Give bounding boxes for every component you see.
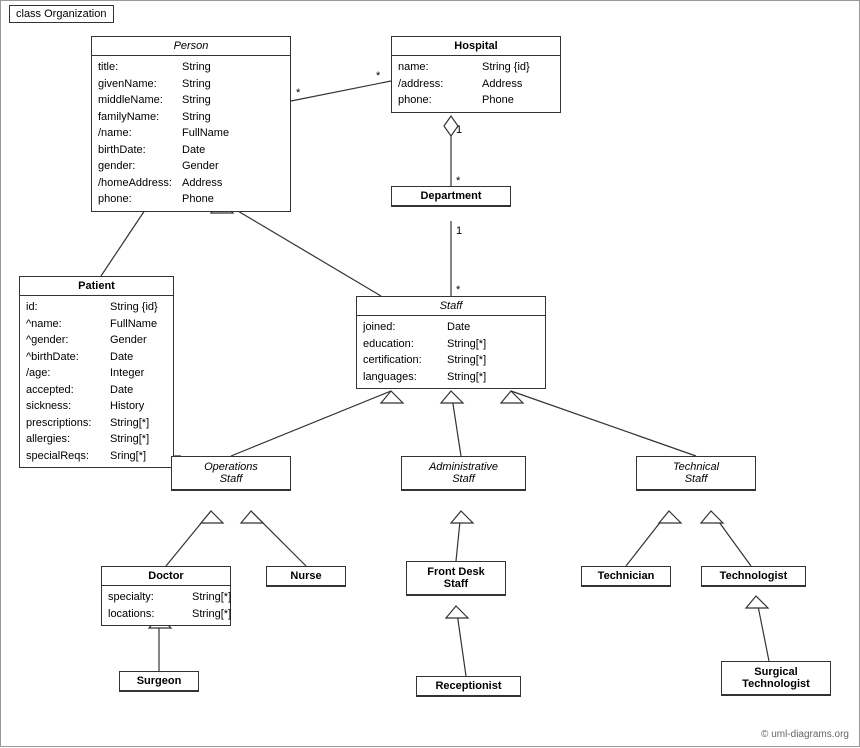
class-doctor: Doctor specialty:String[*] locations:Str…: [101, 566, 231, 626]
class-administrative-staff-header: AdministrativeStaff: [402, 457, 525, 490]
class-patient: Patient id:String {id} ^name:FullName ^g…: [19, 276, 174, 468]
class-surgical-technologist-header: SurgicalTechnologist: [722, 662, 830, 695]
class-surgical-technologist: SurgicalTechnologist: [721, 661, 831, 696]
class-administrative-staff: AdministrativeStaff: [401, 456, 526, 491]
class-department-header: Department: [392, 187, 510, 206]
class-operations-staff-header: OperationsStaff: [172, 457, 290, 490]
class-receptionist-header: Receptionist: [417, 677, 520, 696]
class-department: Department: [391, 186, 511, 207]
class-technologist: Technologist: [701, 566, 806, 587]
diagram-title: class Organization: [9, 5, 114, 23]
class-hospital-body: name:String {id} /address:Address phone:…: [392, 56, 560, 112]
class-front-desk-staff: Front DeskStaff: [406, 561, 506, 596]
class-technician: Technician: [581, 566, 671, 587]
class-surgeon-header: Surgeon: [120, 672, 198, 691]
class-staff-body: joined:Date education:String[*] certific…: [357, 316, 545, 388]
class-doctor-header: Doctor: [102, 567, 230, 586]
class-technical-staff-header: TechnicalStaff: [637, 457, 755, 490]
class-person: Person title:String givenName:String mid…: [91, 36, 291, 212]
diagram-container: class Organization * * 1 * 1 * * *: [0, 0, 860, 747]
class-nurse: Nurse: [266, 566, 346, 587]
class-hospital-header: Hospital: [392, 37, 560, 56]
class-nurse-header: Nurse: [267, 567, 345, 586]
class-doctor-body: specialty:String[*] locations:String[*]: [102, 586, 230, 625]
class-technical-staff: TechnicalStaff: [636, 456, 756, 491]
class-staff-header: Staff: [357, 297, 545, 316]
copyright: © uml-diagrams.org: [761, 729, 849, 740]
class-person-body: title:String givenName:String middleName…: [92, 56, 290, 211]
class-technician-header: Technician: [582, 567, 670, 586]
class-receptionist: Receptionist: [416, 676, 521, 697]
class-patient-body: id:String {id} ^name:FullName ^gender:Ge…: [20, 296, 173, 467]
class-hospital: Hospital name:String {id} /address:Addre…: [391, 36, 561, 113]
class-patient-header: Patient: [20, 277, 173, 296]
svg-text:*: *: [376, 70, 381, 82]
class-person-header: Person: [92, 37, 290, 56]
class-operations-staff: OperationsStaff: [171, 456, 291, 491]
svg-text:1: 1: [456, 225, 462, 237]
svg-text:1: 1: [456, 124, 462, 136]
class-surgeon: Surgeon: [119, 671, 199, 692]
svg-text:*: *: [296, 87, 301, 99]
svg-text:*: *: [456, 284, 461, 296]
class-staff: Staff joined:Date education:String[*] ce…: [356, 296, 546, 389]
class-technologist-header: Technologist: [702, 567, 805, 586]
class-front-desk-staff-header: Front DeskStaff: [407, 562, 505, 595]
